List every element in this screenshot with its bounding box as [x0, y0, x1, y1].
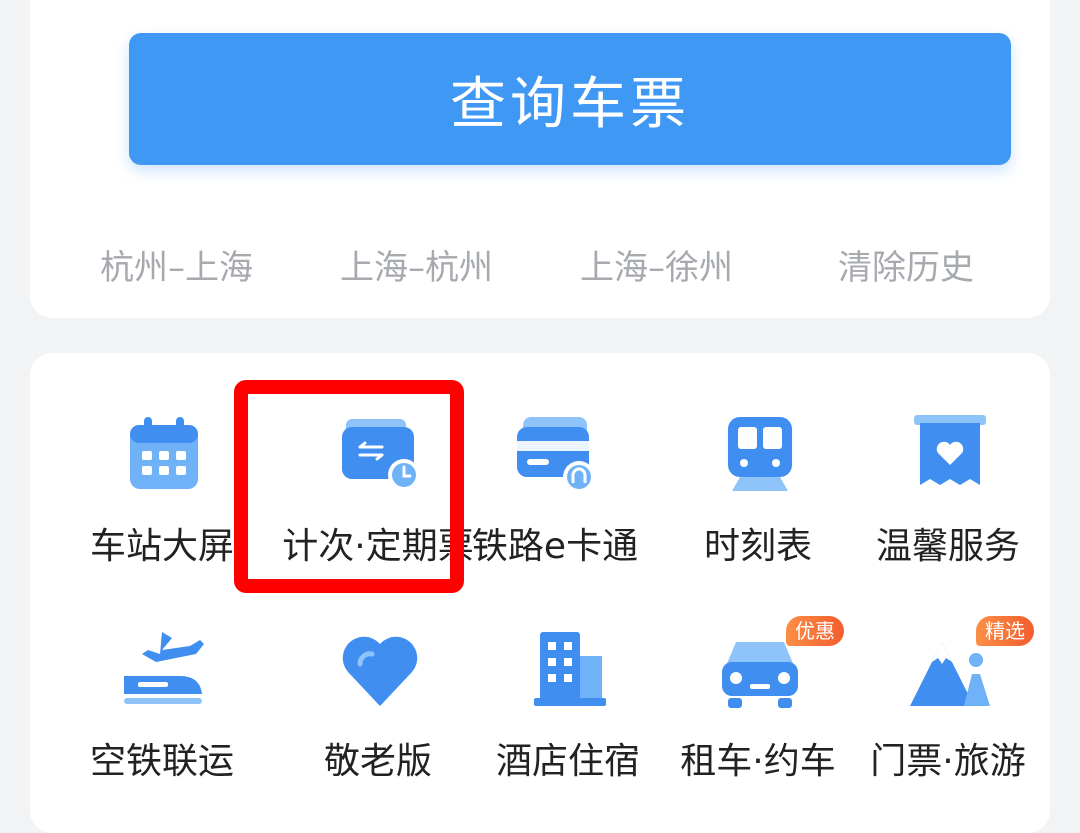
- wallet-clock-icon: [342, 419, 420, 491]
- heart-bag-icon: [914, 415, 986, 485]
- service-care[interactable]: 温馨服务: [848, 413, 1048, 603]
- hotel-building-icon: [534, 632, 606, 706]
- services-card: 车站大屏 计次·定期票 铁路e卡通 时刻表 温馨服务 空铁联运 敬老版 酒店住宿…: [30, 353, 1050, 833]
- clear-history-button[interactable]: 清除历史: [838, 240, 974, 296]
- discount-badge: 优惠: [786, 616, 844, 646]
- service-hotel[interactable]: 酒店住宿: [468, 628, 668, 818]
- search-tickets-button[interactable]: 查询车票: [129, 33, 1011, 165]
- service-label: 空铁联运: [89, 741, 234, 782]
- service-station-screen[interactable]: 车站大屏: [62, 413, 262, 603]
- railway-card-icon: [517, 417, 595, 493]
- search-card: 查询车票 杭州–上海 上海–杭州 上海–徐州 清除历史: [30, 0, 1050, 318]
- service-timetable[interactable]: 时刻表: [658, 413, 858, 603]
- search-history: 杭州–上海 上海–杭州 上海–徐州 清除历史: [100, 240, 1060, 296]
- history-item[interactable]: 上海–徐州: [580, 240, 733, 296]
- service-car-rental[interactable]: 优惠 租车·约车: [658, 616, 858, 818]
- featured-badge: 精选: [976, 616, 1034, 646]
- service-label: 温馨服务: [875, 526, 1020, 567]
- train-icon: [728, 417, 792, 491]
- service-tickets-travel[interactable]: 精选 门票·旅游: [848, 616, 1048, 818]
- plane-train-icon: [124, 632, 204, 704]
- heart-icon: [342, 636, 418, 706]
- service-railway-ecard[interactable]: 铁路e卡通: [455, 413, 655, 603]
- history-item[interactable]: 杭州–上海: [100, 240, 253, 296]
- service-elderly-mode[interactable]: 敬老版: [278, 628, 478, 818]
- service-label: 车站大屏: [89, 526, 234, 567]
- service-pass-ticket[interactable]: 计次·定期票: [278, 413, 478, 603]
- history-item[interactable]: 上海–杭州: [340, 240, 493, 296]
- service-air-rail[interactable]: 空铁联运: [62, 628, 262, 818]
- calendar-icon: [130, 417, 198, 489]
- service-label: 门票·旅游: [870, 741, 1026, 782]
